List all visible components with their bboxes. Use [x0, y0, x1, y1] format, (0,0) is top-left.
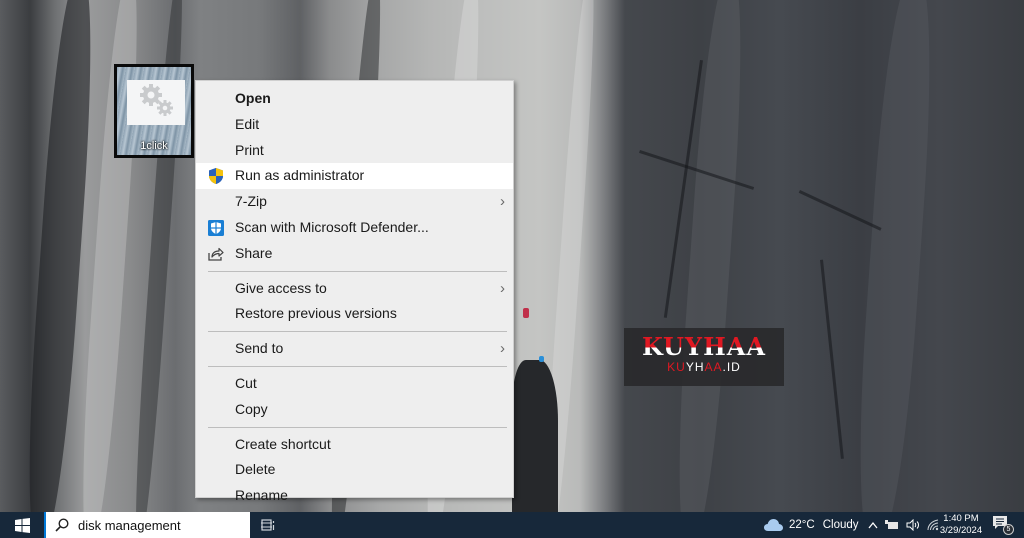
menu-item-7-zip[interactable]: 7-Zip ›: [196, 189, 513, 215]
wallpaper-crack: [798, 190, 882, 231]
watermark-title: KUYHAA: [624, 334, 784, 360]
menu-separator: [208, 365, 507, 367]
menu-separator: [208, 270, 507, 272]
wallpaper-highlight: [670, 0, 750, 512]
menu-item-label: Delete: [235, 461, 276, 478]
battery-icon[interactable]: [885, 520, 899, 530]
task-view-button[interactable]: [256, 512, 280, 538]
menu-item-label: 7-Zip: [235, 193, 267, 210]
menu-item-label: Scan with Microsoft Defender...: [235, 218, 429, 235]
taskbar-clock[interactable]: 1:40 PM 3/29/2024: [935, 513, 987, 537]
watermark-subtitle-part: YH: [685, 360, 705, 374]
menu-item-open[interactable]: Open: [196, 86, 513, 112]
chevron-right-icon: ›: [500, 279, 505, 297]
climber-blue: [539, 356, 544, 362]
menu-item-label: Send to: [235, 340, 284, 357]
cloud-icon: [764, 519, 783, 531]
clock-time: 1:40 PM: [943, 513, 979, 524]
menu-item-label: Run as administrator: [235, 167, 365, 184]
weather-condition: Cloudy: [822, 519, 859, 531]
menu-item-cut[interactable]: Cut: [196, 371, 513, 397]
menu-item-label: Give access to: [235, 279, 327, 296]
menu-item-send-to[interactable]: Send to ›: [196, 336, 513, 362]
start-button[interactable]: [0, 512, 44, 538]
climber-red: [523, 308, 529, 318]
menu-separator: [208, 426, 507, 428]
menu-separator: [208, 331, 507, 333]
notification-count-badge: 5: [1003, 524, 1014, 535]
menu-item-label: Copy: [235, 400, 268, 417]
menu-item-label: Rename: [235, 487, 288, 504]
watermark-subtitle-part: .ID: [722, 360, 741, 374]
menu-item-label: Share: [235, 244, 273, 261]
volume-icon[interactable]: [906, 519, 920, 531]
taskbar-search-box[interactable]: [44, 512, 250, 538]
wallpaper-rock-overhang: [512, 360, 558, 512]
menu-item-give-access-to[interactable]: Give access to ›: [196, 276, 513, 302]
share-icon: [208, 247, 224, 261]
menu-item-scan-with-defender[interactable]: Scan with Microsoft Defender...: [196, 215, 513, 241]
context-menu: Open Edit Print Run as administrator 7-Z…: [195, 80, 514, 503]
menu-item-label: Cut: [235, 374, 257, 391]
weather-widget[interactable]: 22°C Cloudy: [764, 512, 859, 538]
menu-item-print[interactable]: Print: [196, 138, 513, 164]
chevron-right-icon: ›: [500, 193, 505, 211]
menu-item-edit[interactable]: Edit: [196, 112, 513, 138]
file-thumbnail: [127, 80, 185, 125]
windows-logo-icon: [14, 517, 30, 533]
gears-icon: [140, 84, 173, 116]
menu-item-create-shortcut[interactable]: Create shortcut: [196, 432, 513, 458]
uac-shield-icon: [209, 168, 223, 185]
menu-item-restore-previous-versions[interactable]: Restore previous versions: [196, 301, 513, 327]
task-view-icon: [261, 519, 275, 531]
menu-item-run-as-administrator[interactable]: Run as administrator: [196, 163, 513, 190]
menu-item-delete[interactable]: Delete: [196, 457, 513, 483]
clock-date: 3/29/2024: [939, 525, 983, 536]
action-center-button[interactable]: 5: [992, 515, 1014, 535]
search-input[interactable]: [78, 517, 238, 533]
wallpaper-highlight: [850, 0, 940, 512]
taskbar: 22°C Cloudy 1:40 PM 3/29/2024: [0, 512, 1024, 538]
search-icon: [55, 518, 69, 532]
menu-item-label: Create shortcut: [235, 435, 331, 452]
menu-item-share[interactable]: Share: [196, 241, 513, 267]
watermark-subtitle-part: AA: [704, 360, 723, 374]
show-hidden-icons-chevron-up-icon[interactable]: [868, 521, 878, 529]
weather-temperature: 22°C: [789, 519, 815, 531]
defender-icon: [208, 219, 224, 236]
system-tray: [868, 512, 940, 538]
watermark-subtitle-part: KU: [667, 360, 686, 374]
wallpaper-crack: [820, 259, 844, 459]
menu-item-copy[interactable]: Copy: [196, 397, 513, 423]
watermark-subtitle: KUYHAA.ID: [624, 360, 784, 374]
watermark-logo: KUYHAA KUYHAA.ID: [624, 328, 784, 386]
menu-item-rename[interactable]: Rename: [196, 483, 513, 509]
chevron-right-icon: ›: [500, 340, 505, 358]
desktop-icon-label: 1click: [140, 140, 168, 152]
menu-item-label: Restore previous versions: [235, 305, 397, 322]
desktop-icon-1click[interactable]: 1click: [114, 64, 194, 158]
menu-item-label: Open: [235, 90, 271, 106]
menu-item-label: Print: [235, 141, 264, 158]
menu-item-label: Edit: [235, 115, 260, 132]
